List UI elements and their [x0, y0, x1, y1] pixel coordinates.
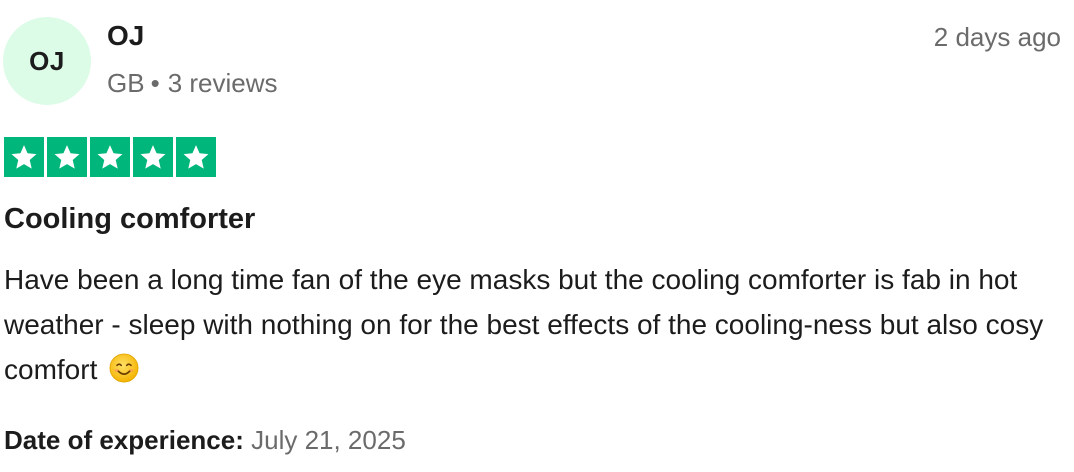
star-icon [47, 137, 87, 177]
review-posted-date: 2 days ago [933, 22, 1061, 52]
smiling-face-icon [109, 353, 139, 383]
reviewer-meta: GB • 3 reviews [107, 68, 278, 99]
review-body: Have been a long time fan of the eye mas… [4, 257, 1066, 392]
meta-separator: • [150, 68, 160, 98]
reviewer-country: GB [107, 68, 145, 98]
experience-label: Date of experience: [4, 425, 244, 455]
star-icon [176, 137, 216, 177]
experience-date: July 21, 2025 [251, 425, 406, 455]
avatar[interactable]: OJ [3, 17, 91, 105]
review-title[interactable]: Cooling comforter [4, 203, 255, 236]
star-rating [4, 137, 216, 177]
reviewer-review-count[interactable]: 3 reviews [168, 68, 278, 98]
star-icon [4, 137, 44, 177]
avatar-initials: OJ [29, 45, 65, 76]
star-icon [133, 137, 173, 177]
star-icon [90, 137, 130, 177]
date-of-experience: Date of experience: July 21, 2025 [4, 425, 406, 456]
reviewer-name[interactable]: OJ [107, 20, 144, 52]
review-text: Have been a long time fan of the eye mas… [4, 264, 1044, 385]
